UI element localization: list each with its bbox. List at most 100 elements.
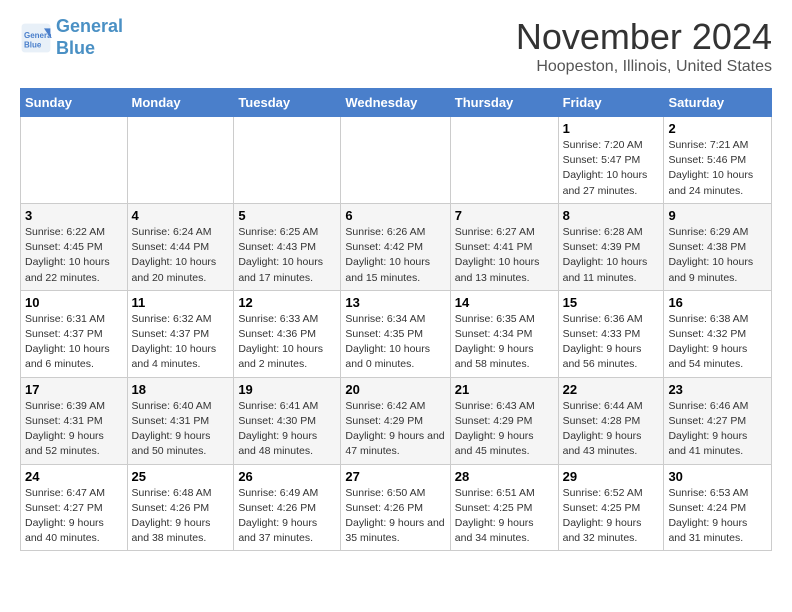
calendar-cell (234, 117, 341, 204)
weekday-header-thursday: Thursday (450, 89, 558, 117)
calendar-week-4: 17 Sunrise: 6:39 AM Sunset: 4:31 PM Dayli… (21, 377, 772, 464)
day-number: 29 (563, 469, 660, 484)
day-info: Sunrise: 6:53 AM Sunset: 4:24 PM Dayligh… (668, 486, 767, 547)
day-number: 9 (668, 208, 767, 223)
day-number: 28 (455, 469, 554, 484)
calendar-cell: 7 Sunrise: 6:27 AM Sunset: 4:41 PM Daylig… (450, 203, 558, 290)
day-info: Sunrise: 6:24 AM Sunset: 4:44 PM Dayligh… (132, 225, 230, 286)
calendar-cell: 15Sunrise: 6:36 AM Sunset: 4:33 PM Dayli… (558, 290, 664, 377)
calendar-cell: 29 Sunrise: 6:52 AM Sunset: 4:25 PM Dayli… (558, 464, 664, 551)
calendar-cell: 17 Sunrise: 6:39 AM Sunset: 4:31 PM Dayli… (21, 377, 128, 464)
day-number: 2 (668, 121, 767, 136)
day-info: Sunrise: 6:48 AM Sunset: 4:26 PM Dayligh… (132, 486, 230, 547)
calendar-cell: 19 Sunrise: 6:41 AM Sunset: 4:30 PM Dayli… (234, 377, 341, 464)
day-number: 4 (132, 208, 230, 223)
day-number: 8 (563, 208, 660, 223)
day-info: Sunrise: 6:27 AM Sunset: 4:41 PM Dayligh… (455, 225, 554, 286)
weekday-header-wednesday: Wednesday (341, 89, 450, 117)
day-number: 12 (238, 295, 336, 310)
day-info: Sunrise: 6:31 AM Sunset: 4:37 PM Dayligh… (25, 312, 123, 373)
day-info: Sunrise: 6:36 AM Sunset: 4:33 PM Dayligh… (563, 312, 660, 373)
calendar-cell: 27 Sunrise: 6:50 AM Sunset: 4:26 PM Dayli… (341, 464, 450, 551)
calendar-cell: 25 Sunrise: 6:48 AM Sunset: 4:26 PM Dayli… (127, 464, 234, 551)
day-info: Sunrise: 6:33 AM Sunset: 4:36 PM Dayligh… (238, 312, 336, 373)
day-number: 10 (25, 295, 123, 310)
calendar-cell: 3Sunrise: 6:22 AM Sunset: 4:45 PM Daylig… (21, 203, 128, 290)
calendar-cell: 12 Sunrise: 6:33 AM Sunset: 4:36 PM Dayli… (234, 290, 341, 377)
day-info: Sunrise: 6:22 AM Sunset: 4:45 PM Dayligh… (25, 225, 123, 286)
day-number: 24 (25, 469, 123, 484)
calendar-cell (127, 117, 234, 204)
day-info: Sunrise: 6:29 AM Sunset: 4:38 PM Dayligh… (668, 225, 767, 286)
weekday-header-saturday: Saturday (664, 89, 772, 117)
day-info: Sunrise: 6:42 AM Sunset: 4:29 PM Dayligh… (345, 399, 445, 460)
day-info: Sunrise: 6:35 AM Sunset: 4:34 PM Dayligh… (455, 312, 554, 373)
calendar-cell: 26Sunrise: 6:49 AM Sunset: 4:26 PM Dayli… (234, 464, 341, 551)
calendar-cell: 5 Sunrise: 6:25 AM Sunset: 4:43 PM Daylig… (234, 203, 341, 290)
logo-text: General Blue (56, 16, 123, 59)
calendar-cell: 4 Sunrise: 6:24 AM Sunset: 4:44 PM Daylig… (127, 203, 234, 290)
calendar-table: SundayMondayTuesdayWednesdayThursdayFrid… (20, 88, 772, 551)
calendar-cell: 16Sunrise: 6:38 AM Sunset: 4:32 PM Dayli… (664, 290, 772, 377)
month-title: November 2024 (516, 16, 772, 58)
calendar-week-1: 1 Sunrise: 7:20 AM Sunset: 5:47 PM Daylig… (21, 117, 772, 204)
day-info: Sunrise: 7:20 AM Sunset: 5:47 PM Dayligh… (563, 138, 660, 199)
day-info: Sunrise: 6:40 AM Sunset: 4:31 PM Dayligh… (132, 399, 230, 460)
calendar-cell: 11Sunrise: 6:32 AM Sunset: 4:37 PM Dayli… (127, 290, 234, 377)
day-info: Sunrise: 6:34 AM Sunset: 4:35 PM Dayligh… (345, 312, 445, 373)
calendar-cell: 18 Sunrise: 6:40 AM Sunset: 4:31 PM Dayli… (127, 377, 234, 464)
calendar-cell: 30 Sunrise: 6:53 AM Sunset: 4:24 PM Dayli… (664, 464, 772, 551)
calendar-cell (450, 117, 558, 204)
calendar-cell: 23 Sunrise: 6:46 AM Sunset: 4:27 PM Dayli… (664, 377, 772, 464)
day-number: 18 (132, 382, 230, 397)
calendar-header-row: SundayMondayTuesdayWednesdayThursdayFrid… (21, 89, 772, 117)
title-section: November 2024 Hoopeston, Illinois, Unite… (516, 16, 772, 76)
day-number: 21 (455, 382, 554, 397)
day-number: 20 (345, 382, 445, 397)
day-number: 17 (25, 382, 123, 397)
day-number: 14 (455, 295, 554, 310)
day-number: 25 (132, 469, 230, 484)
day-number: 5 (238, 208, 336, 223)
day-number: 19 (238, 382, 336, 397)
day-info: Sunrise: 6:32 AM Sunset: 4:37 PM Dayligh… (132, 312, 230, 373)
calendar-cell: 28 Sunrise: 6:51 AM Sunset: 4:25 PM Dayli… (450, 464, 558, 551)
calendar-cell: 21Sunrise: 6:43 AM Sunset: 4:29 PM Dayli… (450, 377, 558, 464)
day-info: Sunrise: 6:25 AM Sunset: 4:43 PM Dayligh… (238, 225, 336, 286)
calendar-week-2: 3Sunrise: 6:22 AM Sunset: 4:45 PM Daylig… (21, 203, 772, 290)
day-info: Sunrise: 6:28 AM Sunset: 4:39 PM Dayligh… (563, 225, 660, 286)
day-info: Sunrise: 6:41 AM Sunset: 4:30 PM Dayligh… (238, 399, 336, 460)
day-info: Sunrise: 6:52 AM Sunset: 4:25 PM Dayligh… (563, 486, 660, 547)
day-info: Sunrise: 6:44 AM Sunset: 4:28 PM Dayligh… (563, 399, 660, 460)
day-number: 16 (668, 295, 767, 310)
day-number: 22 (563, 382, 660, 397)
weekday-header-tuesday: Tuesday (234, 89, 341, 117)
calendar-cell (341, 117, 450, 204)
day-number: 27 (345, 469, 445, 484)
day-info: Sunrise: 6:49 AM Sunset: 4:26 PM Dayligh… (238, 486, 336, 547)
location: Hoopeston, Illinois, United States (516, 58, 772, 76)
calendar-cell: 8 Sunrise: 6:28 AM Sunset: 4:39 PM Daylig… (558, 203, 664, 290)
day-info: Sunrise: 6:50 AM Sunset: 4:26 PM Dayligh… (345, 486, 445, 547)
weekday-header-friday: Friday (558, 89, 664, 117)
day-info: Sunrise: 6:51 AM Sunset: 4:25 PM Dayligh… (455, 486, 554, 547)
day-info: Sunrise: 6:26 AM Sunset: 4:42 PM Dayligh… (345, 225, 445, 286)
day-info: Sunrise: 6:39 AM Sunset: 4:31 PM Dayligh… (25, 399, 123, 460)
calendar-cell: 22 Sunrise: 6:44 AM Sunset: 4:28 PM Dayli… (558, 377, 664, 464)
day-info: Sunrise: 7:21 AM Sunset: 5:46 PM Dayligh… (668, 138, 767, 199)
day-number: 30 (668, 469, 767, 484)
calendar-cell: 24Sunrise: 6:47 AM Sunset: 4:27 PM Dayli… (21, 464, 128, 551)
day-number: 23 (668, 382, 767, 397)
day-info: Sunrise: 6:46 AM Sunset: 4:27 PM Dayligh… (668, 399, 767, 460)
day-number: 13 (345, 295, 445, 310)
calendar-cell: 6Sunrise: 6:26 AM Sunset: 4:42 PM Daylig… (341, 203, 450, 290)
calendar-cell: 1 Sunrise: 7:20 AM Sunset: 5:47 PM Daylig… (558, 117, 664, 204)
day-number: 7 (455, 208, 554, 223)
calendar-cell: 9 Sunrise: 6:29 AM Sunset: 4:38 PM Daylig… (664, 203, 772, 290)
calendar-cell: 2 Sunrise: 7:21 AM Sunset: 5:46 PM Daylig… (664, 117, 772, 204)
day-number: 1 (563, 121, 660, 136)
calendar-week-3: 10 Sunrise: 6:31 AM Sunset: 4:37 PM Dayli… (21, 290, 772, 377)
calendar-cell (21, 117, 128, 204)
calendar-cell: 20 Sunrise: 6:42 AM Sunset: 4:29 PM Dayli… (341, 377, 450, 464)
page-header: General Blue General Blue November 2024 … (20, 16, 772, 76)
